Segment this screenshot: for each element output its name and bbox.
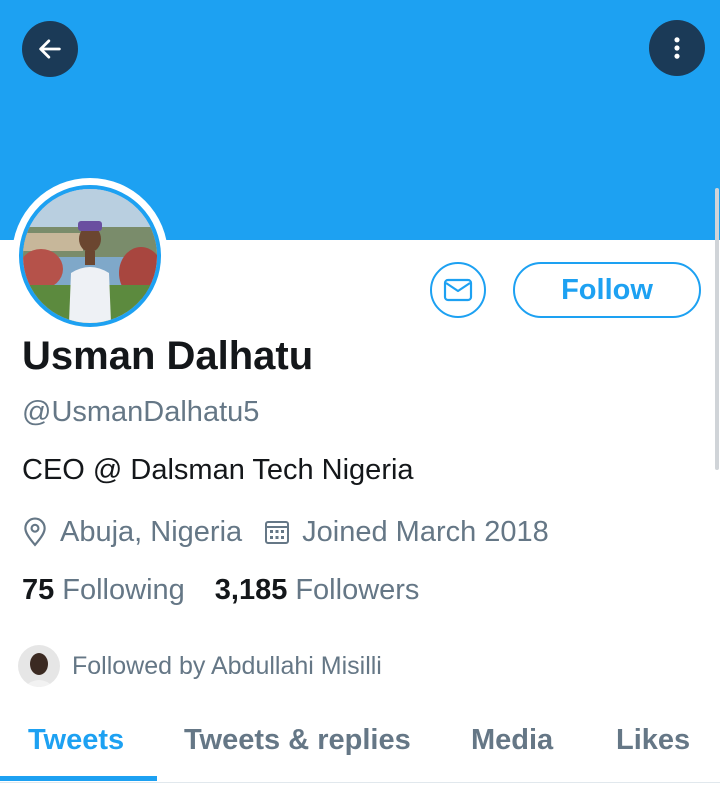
back-button[interactable] <box>22 21 78 77</box>
tab-tweets-replies[interactable]: Tweets & replies <box>184 724 411 757</box>
arrow-left-icon <box>39 39 61 59</box>
location-pin-icon <box>24 517 46 547</box>
tab-tweets[interactable]: Tweets <box>28 724 124 757</box>
more-vertical-icon <box>674 37 680 59</box>
profile-joined: Joined March 2018 <box>302 515 549 548</box>
profile-name: Usman Dalhatu <box>22 334 314 378</box>
profile-bio: CEO @ Dalsman Tech Nigeria <box>22 454 414 486</box>
followers-count: 3,185 <box>214 574 288 606</box>
profile-tabs: Tweets Tweets & replies Media Likes <box>0 710 720 783</box>
tab-media[interactable]: Media <box>471 724 553 757</box>
followers-link[interactable]: 3,185 Followers <box>215 574 420 607</box>
active-tab-indicator <box>0 776 157 781</box>
profile-screen: Follow Usman Dalhatu @UsmanDalhatu5 CEO … <box>0 0 720 786</box>
tab-likes[interactable]: Likes <box>616 724 690 757</box>
follower-avatar <box>18 645 60 687</box>
followed-by-text: Followed by Abdullahi Misilli <box>72 651 382 680</box>
following-label: Following <box>62 574 185 606</box>
calendar-icon <box>265 521 290 544</box>
profile-meta: Abuja, Nigeria Joined March 2018 <box>22 512 549 552</box>
followed-by-row[interactable]: Followed by Abdullahi Misilli <box>18 644 382 688</box>
following-link[interactable]: 75 Following <box>22 574 185 607</box>
follow-button[interactable]: Follow <box>513 262 701 318</box>
profile-stats: 75 Following 3,185 Followers <box>22 574 419 607</box>
profile-location: Abuja, Nigeria <box>60 515 243 548</box>
following-count: 75 <box>22 574 55 606</box>
profile-avatar[interactable] <box>12 178 168 334</box>
avatar-photo <box>19 185 161 327</box>
message-button[interactable] <box>430 262 486 318</box>
more-options-button[interactable] <box>649 20 705 76</box>
scrollbar[interactable] <box>715 188 719 470</box>
followers-label: Followers <box>295 574 420 606</box>
profile-handle: @UsmanDalhatu5 <box>22 396 260 428</box>
mail-icon <box>443 278 473 302</box>
